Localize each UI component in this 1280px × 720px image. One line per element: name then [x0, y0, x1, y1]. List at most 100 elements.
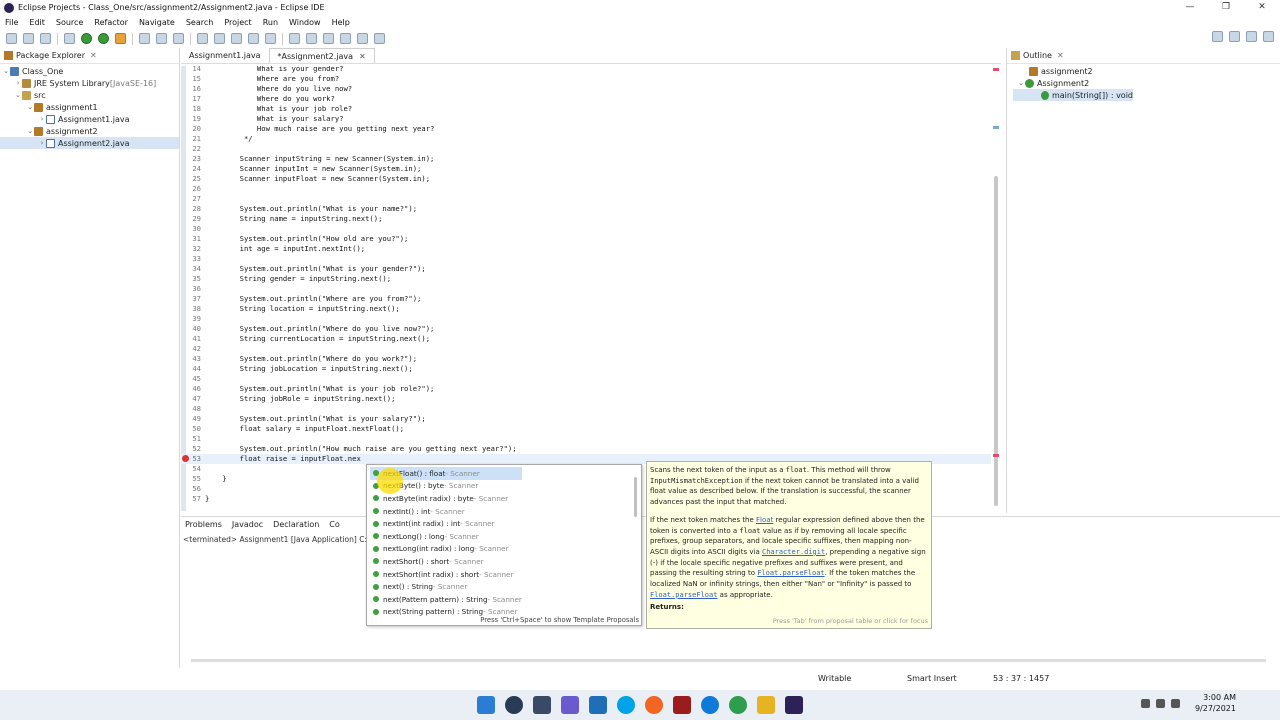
proposal-item[interactable]: nextInt(int radix) : int - Scanner: [370, 517, 522, 530]
code-line[interactable]: 33: [181, 254, 991, 264]
tab-assignment1[interactable]: Assignment1.java: [181, 48, 269, 63]
tab-console[interactable]: Co: [329, 520, 339, 529]
proposal-item[interactable]: next(String pattern) : String - Scanner: [370, 606, 522, 619]
task-view-icon[interactable]: [533, 696, 551, 714]
forward-icon[interactable]: [357, 33, 368, 44]
menu-source[interactable]: Source: [56, 18, 83, 27]
error-marker[interactable]: [993, 454, 999, 457]
code-line[interactable]: 41 String currentLocation = inputString.…: [181, 334, 991, 344]
save-all-icon[interactable]: [40, 33, 51, 44]
parse-float-link[interactable]: Float.parseFloat: [650, 591, 717, 599]
proposal-item[interactable]: nextShort() : short - Scanner: [370, 555, 522, 568]
close-button[interactable]: ✕: [1244, 0, 1280, 15]
tab-assignment2[interactable]: *Assignment2.java ✕: [268, 48, 375, 63]
code-line[interactable]: 21 */: [181, 134, 991, 144]
tab-javadoc[interactable]: Javadoc: [232, 520, 263, 529]
outline-item-class[interactable]: ⌄ Assignment2: [1007, 77, 1280, 89]
chrome-icon[interactable]: [729, 696, 747, 714]
code-line[interactable]: 48: [181, 404, 991, 414]
code-line[interactable]: 45: [181, 374, 991, 384]
code-line[interactable]: 44 String jobLocation = inputString.next…: [181, 364, 991, 374]
code-line[interactable]: 17 Where do you work?: [181, 94, 991, 104]
last-edit-icon[interactable]: [323, 33, 334, 44]
collapse-icon[interactable]: ›: [38, 115, 46, 123]
javadoc-popup[interactable]: Scans the next token of the input as a f…: [646, 461, 932, 629]
expand-icon[interactable]: ⌄: [2, 67, 10, 75]
notepad-icon[interactable]: [589, 696, 607, 714]
new-icon[interactable]: [6, 33, 17, 44]
app-icon[interactable]: [645, 696, 663, 714]
tree-item-assignment1-java[interactable]: › Assignment1.java: [0, 113, 179, 125]
collapse-icon[interactable]: ›: [38, 139, 46, 147]
code-line[interactable]: 36: [181, 284, 991, 294]
tree-item-src[interactable]: ⌄ src: [0, 89, 179, 101]
whitespace-icon[interactable]: [265, 33, 276, 44]
save-icon[interactable]: [23, 33, 34, 44]
code-line[interactable]: 50 float salary = inputFloat.nextFloat()…: [181, 424, 991, 434]
new-java-project-icon[interactable]: [139, 33, 150, 44]
debug-icon[interactable]: [64, 33, 75, 44]
proposal-item[interactable]: nextLong() : long - Scanner: [370, 530, 522, 543]
code-line[interactable]: 47 String jobRole = inputString.next();: [181, 394, 991, 404]
menu-run[interactable]: Run: [263, 18, 278, 27]
code-line[interactable]: 16 Where do you live now?: [181, 84, 991, 94]
code-line[interactable]: 52 System.out.println("How much raise ar…: [181, 444, 991, 454]
expand-icon[interactable]: ⌄: [26, 103, 34, 111]
code-line[interactable]: 31 System.out.println("How old are you?"…: [181, 234, 991, 244]
code-line[interactable]: 39: [181, 314, 991, 324]
code-line[interactable]: 37 System.out.println("Where are you fro…: [181, 294, 991, 304]
eclipse-icon[interactable]: [785, 696, 803, 714]
run-icon[interactable]: [81, 33, 92, 44]
code-line[interactable]: 42: [181, 344, 991, 354]
code-line[interactable]: 35 String gender = inputString.next();: [181, 274, 991, 284]
open-perspective-icon[interactable]: [1229, 31, 1240, 42]
code-line[interactable]: 38 String location = inputString.next();: [181, 304, 991, 314]
console-scrollbar[interactable]: [181, 656, 1276, 664]
external-tools-icon[interactable]: [115, 33, 126, 44]
new-class-icon[interactable]: [173, 33, 184, 44]
code-line[interactable]: 23 Scanner inputString = new Scanner(Sys…: [181, 154, 991, 164]
back-icon[interactable]: [340, 33, 351, 44]
expand-icon[interactable]: ⌄: [26, 127, 34, 135]
windows-start-icon[interactable]: [477, 696, 495, 714]
close-icon[interactable]: ✕: [1057, 51, 1064, 60]
editor-scrollbar[interactable]: [991, 66, 1001, 506]
expand-icon[interactable]: ⌄: [1017, 79, 1025, 87]
tree-item-class-one[interactable]: ⌄ Class_One: [0, 65, 179, 77]
search-icon[interactable]: [214, 33, 225, 44]
occurrence-marker[interactable]: [993, 126, 999, 129]
tree-item-assignment2-java[interactable]: › Assignment2.java: [0, 137, 179, 149]
next-annotation-icon[interactable]: [289, 33, 300, 44]
search-icon[interactable]: [1212, 31, 1223, 42]
prev-annotation-icon[interactable]: [306, 33, 317, 44]
outline-item-main[interactable]: main(String[]) : void: [1013, 89, 1133, 101]
network-icon[interactable]: [1156, 699, 1165, 708]
chevron-up-icon[interactable]: [1141, 699, 1150, 708]
block-selection-icon[interactable]: [248, 33, 259, 44]
proposal-item[interactable]: next(Pattern pattern) : String - Scanner: [370, 593, 522, 606]
code-line[interactable]: 15 Where are you from?: [181, 74, 991, 84]
toggle-mark-icon[interactable]: [231, 33, 242, 44]
proposal-item[interactable]: next() : String - Scanner: [370, 580, 522, 593]
app-icon[interactable]: [673, 696, 691, 714]
float-link[interactable]: Float: [756, 516, 773, 524]
menu-project[interactable]: Project: [224, 18, 251, 27]
menu-search[interactable]: Search: [186, 18, 213, 27]
expand-icon[interactable]: ⌄: [14, 91, 22, 99]
tree-item-assignment2[interactable]: ⌄ assignment2: [0, 125, 179, 137]
proposal-item[interactable]: nextByte(int radix) : byte - Scanner: [370, 492, 522, 505]
tree-item-assignment1[interactable]: ⌄ assignment1: [0, 101, 179, 113]
edge-icon[interactable]: [701, 696, 719, 714]
outline-item-package[interactable]: assignment2: [1007, 65, 1280, 77]
volume-icon[interactable]: [1171, 699, 1180, 708]
pin-editor-icon[interactable]: [374, 33, 385, 44]
collapse-icon[interactable]: ›: [14, 79, 22, 87]
code-line[interactable]: 25 Scanner inputFloat = new Scanner(Syst…: [181, 174, 991, 184]
minimize-button[interactable]: —: [1172, 0, 1208, 15]
scrollbar-track[interactable]: [191, 659, 1266, 662]
code-line[interactable]: 20 How much raise are you getting next y…: [181, 124, 991, 134]
menu-refactor[interactable]: Refactor: [94, 18, 128, 27]
code-line[interactable]: 32 int age = inputInt.nextInt();: [181, 244, 991, 254]
skype-icon[interactable]: [617, 696, 635, 714]
menu-navigate[interactable]: Navigate: [139, 18, 175, 27]
